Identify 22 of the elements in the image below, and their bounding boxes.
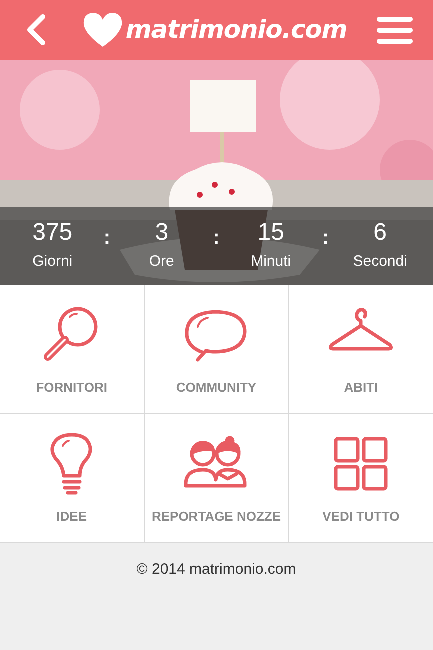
countdown-value: 375: [32, 219, 73, 247]
menu-tile[interactable]: ABITI: [289, 285, 433, 413]
countdown-unit: Ore: [149, 252, 174, 272]
grid-icon: [333, 436, 390, 492]
menu-tile[interactable]: IDEE: [0, 414, 144, 542]
countdown-value: 15: [258, 219, 284, 247]
separator: :: [213, 226, 220, 251]
countdown-unit: Secondi: [353, 252, 408, 272]
copyright-text: © 2014 matrimonio.com: [136, 560, 296, 580]
countdown-value: 3: [155, 219, 169, 247]
countdown-unit: Minuti: [251, 252, 292, 272]
separator: :: [104, 226, 111, 251]
heart-icon: [82, 11, 124, 49]
countdown-value: 6: [374, 219, 388, 247]
menu-tile[interactable]: VEDI TUTTO: [289, 414, 433, 542]
countdown-unit: Giorni: [32, 252, 73, 272]
separator: :: [322, 226, 330, 251]
menu-tile[interactable]: REPORTAGE NOZZE: [144, 414, 288, 542]
lightbulb-icon: [50, 432, 94, 496]
logo-text: matrimonio.com: [126, 14, 348, 46]
menu-tile[interactable]: COMMUNITY: [144, 285, 288, 413]
menu-tile[interactable]: FORNITORI: [0, 285, 144, 413]
